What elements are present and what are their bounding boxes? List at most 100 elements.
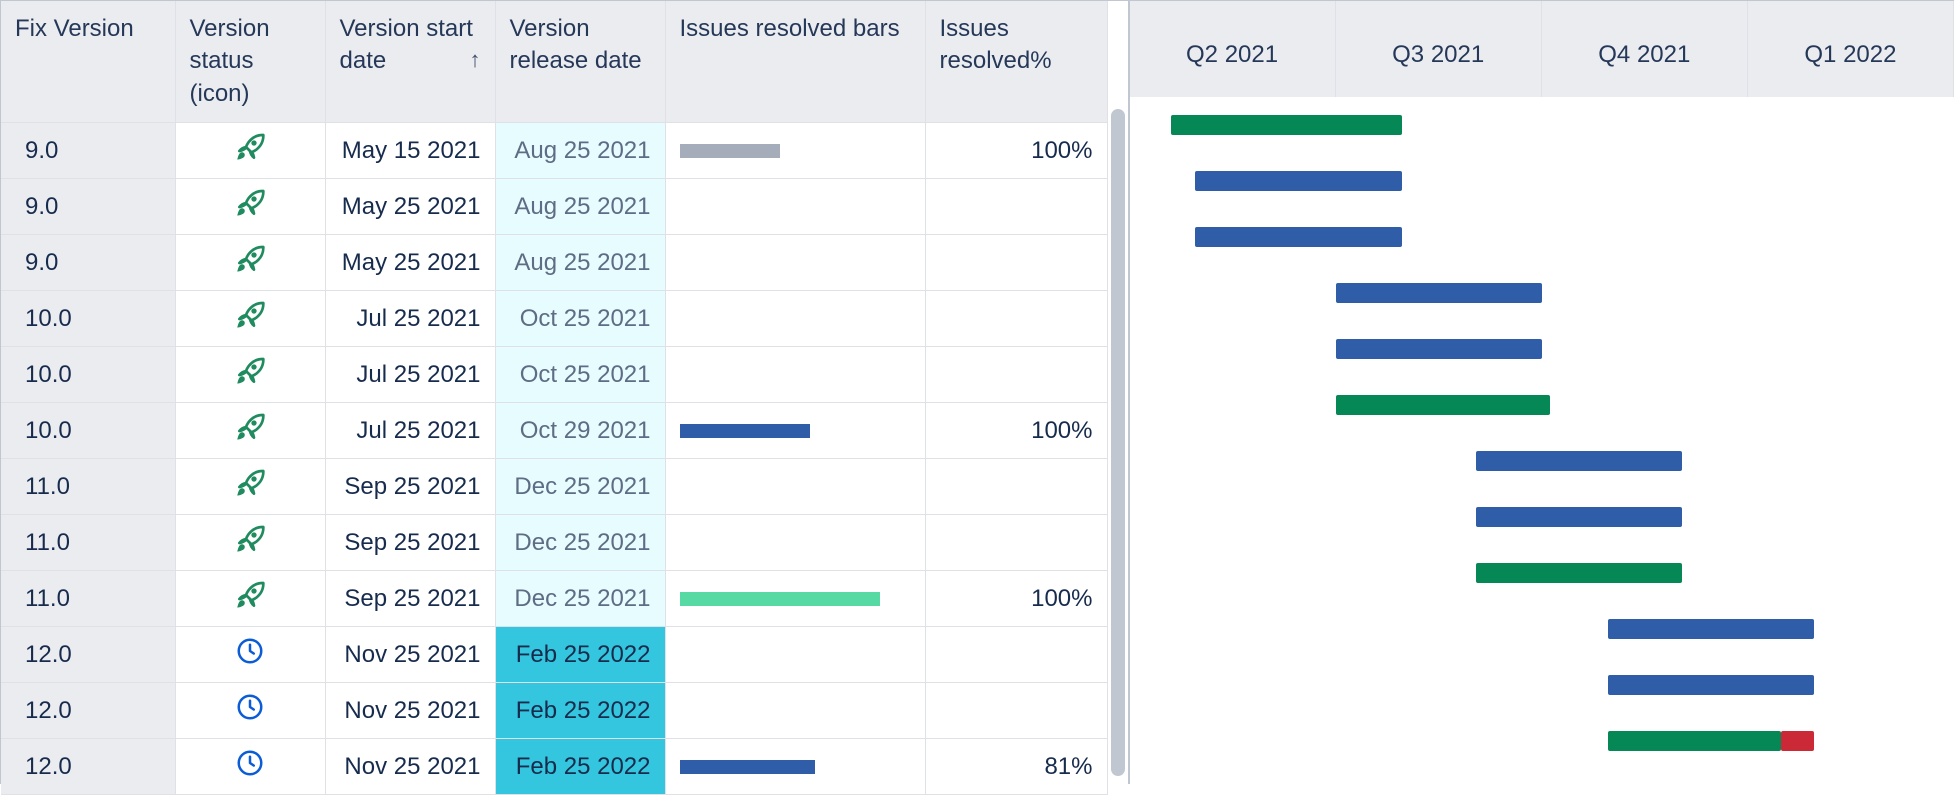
table-row[interactable]: 9.0 May 25 2021Aug 25 2021 [1,235,1107,291]
cell-release-date: Dec 25 2021 [495,459,665,515]
table-row[interactable]: 11.0 Sep 25 2021Dec 25 2021 [1,515,1107,571]
gantt-bar[interactable] [1608,675,1814,695]
cell-start-date: Sep 25 2021 [325,515,495,571]
clock-icon [235,748,265,785]
cell-issues-bar [665,683,925,739]
cell-fix-version: 10.0 [1,347,175,403]
cell-fix-version: 11.0 [1,459,175,515]
cell-start-date: May 15 2021 [325,123,495,179]
timeline-row [1130,713,1954,769]
rocket-icon [234,467,266,506]
cell-start-date: May 25 2021 [325,179,495,235]
rocket-icon [234,299,266,338]
table-row[interactable]: 11.0 Sep 25 2021Dec 25 2021 [1,459,1107,515]
quarter-header[interactable]: Q1 2022 [1748,1,1954,97]
cell-start-date: Jul 25 2021 [325,291,495,347]
timeline-row [1130,489,1954,545]
table-row[interactable]: 12.0 Nov 25 2021Feb 25 2022 [1,683,1107,739]
mini-bar [680,592,880,606]
vertical-scrollbar[interactable] [1108,1,1128,784]
col-issues-pct[interactable]: Issues resolved% [925,1,1107,123]
gantt-bar[interactable] [1336,395,1550,415]
rocket-icon [234,523,266,562]
clock-icon [235,636,265,673]
timeline-panel: Q2 2021Q3 2021Q4 2021Q1 2022 [1129,0,1954,784]
cell-start-date: Nov 25 2021 [325,739,495,795]
table-row[interactable]: 9.0 May 25 2021Aug 25 2021 [1,179,1107,235]
cell-status-icon [175,683,325,739]
quarter-header[interactable]: Q4 2021 [1542,1,1748,97]
cell-issues-bar [665,403,925,459]
timeline-row [1130,601,1954,657]
quarter-header[interactable]: Q2 2021 [1130,1,1336,97]
col-status[interactable]: Version status (icon) [175,1,325,123]
gantt-bar[interactable] [1476,507,1682,527]
mini-bar [680,144,780,158]
col-release-date[interactable]: Version release date [495,1,665,123]
gantt-bar[interactable] [1476,563,1682,583]
gantt-bar[interactable] [1608,619,1814,639]
timeline-row [1130,153,1954,209]
cell-fix-version: 11.0 [1,571,175,627]
cell-issues-bar [665,627,925,683]
col-fix-version[interactable]: Fix Version [1,1,175,123]
timeline-body [1130,97,1954,785]
gantt-bar[interactable] [1336,283,1542,303]
timeline-header: Q2 2021Q3 2021Q4 2021Q1 2022 [1130,1,1954,97]
timeline-row [1130,97,1954,153]
gantt-bar[interactable] [1608,731,1781,751]
table-row[interactable]: 10.0 Jul 25 2021Oct 25 2021 [1,291,1107,347]
cell-issues-pct [925,291,1107,347]
cell-release-date: Aug 25 2021 [495,179,665,235]
gantt-bar[interactable] [1476,451,1682,471]
table-row[interactable]: 10.0 Jul 25 2021Oct 29 2021100% [1,403,1107,459]
gantt-bar[interactable] [1336,339,1542,359]
rocket-icon [234,131,266,170]
cell-issues-pct [925,459,1107,515]
cell-release-date: Feb 25 2022 [495,739,665,795]
cell-issues-pct [925,347,1107,403]
cell-issues-pct [925,683,1107,739]
cell-issues-pct [925,627,1107,683]
cell-fix-version: 11.0 [1,515,175,571]
gantt-bar[interactable] [1195,227,1401,247]
table-row[interactable]: 12.0 Nov 25 2021Feb 25 202281% [1,739,1107,795]
table-row[interactable]: 11.0 Sep 25 2021Dec 25 2021100% [1,571,1107,627]
cell-status-icon [175,347,325,403]
rocket-icon [234,243,266,282]
scrollbar-thumb[interactable] [1111,109,1125,776]
version-table-area: Fix Version Version status (icon) Versio… [0,0,1129,784]
cell-issues-bar [665,235,925,291]
cell-status-icon [175,459,325,515]
cell-issues-bar [665,459,925,515]
version-table: Fix Version Version status (icon) Versio… [1,1,1108,795]
cell-release-date: Feb 25 2022 [495,683,665,739]
clock-icon [235,692,265,729]
gantt-bar[interactable] [1171,115,1402,135]
cell-status-icon [175,291,325,347]
cell-issues-pct [925,235,1107,291]
table-row[interactable]: 9.0 May 15 2021Aug 25 2021100% [1,123,1107,179]
cell-fix-version: 12.0 [1,739,175,795]
gantt-bar[interactable] [1781,731,1814,751]
mini-bar [680,760,815,774]
cell-release-date: Oct 25 2021 [495,347,665,403]
timeline-row [1130,657,1954,713]
cell-issues-pct: 100% [925,123,1107,179]
col-start-date[interactable]: Version start date ↑ [325,1,495,123]
timeline-row [1130,321,1954,377]
quarter-header[interactable]: Q3 2021 [1336,1,1542,97]
col-issues-bars[interactable]: Issues resolved bars [665,1,925,123]
table-row[interactable]: 10.0 Jul 25 2021Oct 25 2021 [1,347,1107,403]
table-row[interactable]: 12.0 Nov 25 2021Feb 25 2022 [1,627,1107,683]
cell-release-date: Feb 25 2022 [495,627,665,683]
gantt-bar[interactable] [1195,171,1401,191]
rocket-icon [234,579,266,618]
timeline-row [1130,209,1954,265]
cell-start-date: Nov 25 2021 [325,683,495,739]
cell-issues-bar [665,347,925,403]
cell-start-date: Jul 25 2021 [325,403,495,459]
cell-issues-bar [665,179,925,235]
cell-issues-bar [665,739,925,795]
cell-status-icon [175,123,325,179]
